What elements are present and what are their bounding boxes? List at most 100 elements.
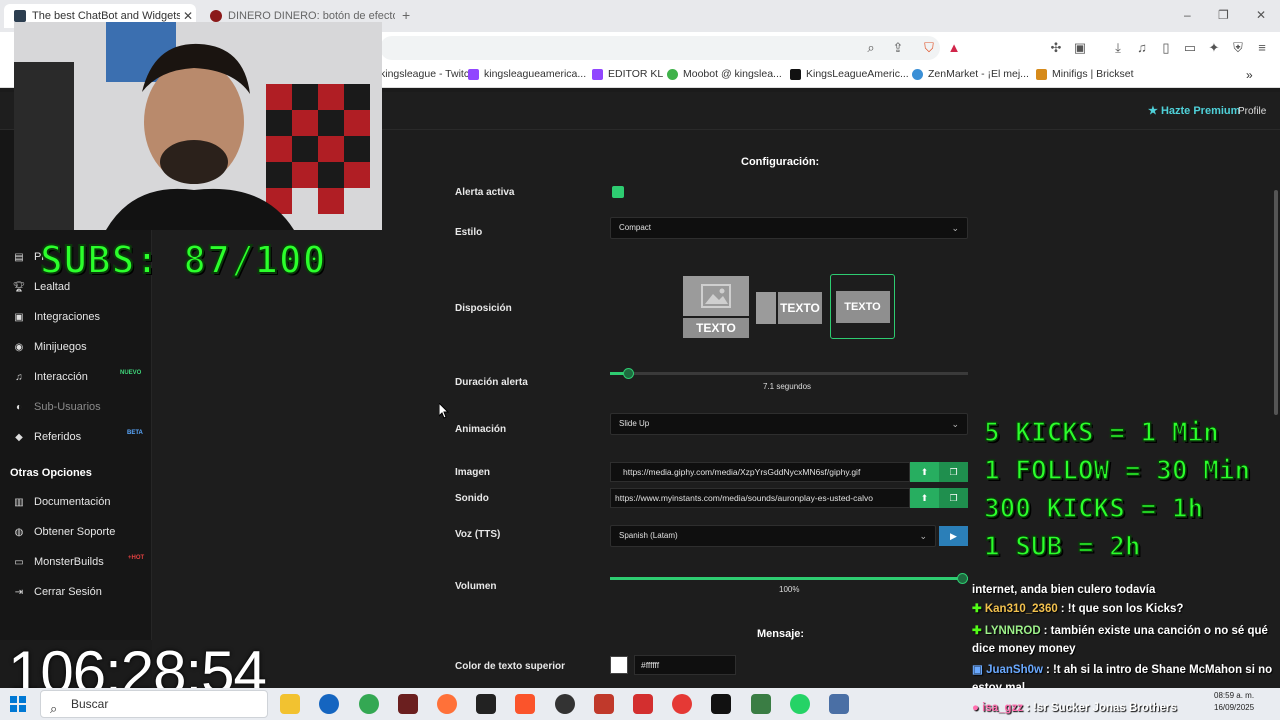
chat-message: internet, anda bien culero todavía	[972, 581, 1155, 600]
wallet-icon[interactable]: ▭	[1182, 40, 1198, 56]
scrollbar-thumb[interactable]	[1274, 190, 1278, 415]
bookmark-label: EDITOR KL	[608, 68, 664, 80]
premium-link[interactable]: ★ Hazte Premium	[1148, 104, 1240, 117]
volume-slider-handle[interactable]	[957, 573, 968, 584]
sidebar-toggle-icon[interactable]: ▯	[1158, 40, 1174, 56]
layout-option-stacked[interactable]: TEXTO	[683, 276, 749, 338]
tiktok-icon[interactable]	[711, 694, 731, 714]
close-window-button[interactable]: ✕	[1256, 8, 1266, 22]
gallery-sound-button[interactable]: ❐	[939, 488, 968, 508]
kick-badge-icon: ✚	[972, 603, 985, 615]
style-select[interactable]: Compact ⌄	[610, 217, 968, 239]
bookmark-item[interactable]: Minifigs | Brickset	[1036, 68, 1134, 80]
star-icon: ★	[1148, 105, 1158, 117]
sidebar-item-label: Cerrar Sesión	[34, 586, 102, 598]
reader-icon[interactable]: ▣	[1072, 40, 1088, 56]
volume-slider[interactable]	[610, 573, 968, 584]
streamdeck-icon[interactable]	[633, 694, 653, 714]
sidebar-item-integraciones[interactable]: ▣ Integraciones	[12, 311, 100, 323]
bookmark-item[interactable]: EDITOR KL	[592, 68, 663, 80]
more-bookmarks-icon[interactable]: »	[1246, 68, 1253, 82]
bookmark-label: Minifigs | Brickset	[1052, 68, 1134, 80]
maps-icon[interactable]	[672, 694, 692, 714]
sidebar-item-lealtad[interactable]: 🏆︎ Lealtad	[12, 281, 70, 293]
upload-image-button[interactable]: ⬆	[910, 462, 939, 482]
calculator-icon[interactable]	[829, 694, 849, 714]
media-icon[interactable]: ♫	[1134, 40, 1150, 56]
chevron-down-icon: ⌄	[951, 419, 959, 429]
sidebar-item-referidos[interactable]: ◆ Referidos	[12, 431, 81, 443]
layout-option-side[interactable]: TEXTO	[756, 292, 822, 324]
voicemeeter-icon[interactable]	[594, 694, 614, 714]
animation-select[interactable]: Slide Up ⌄	[610, 413, 968, 435]
layout-text: TEXTO	[835, 290, 890, 323]
brave-icon[interactable]	[515, 694, 535, 714]
zoom-icon[interactable]: ⌕	[863, 40, 879, 56]
leo-icon[interactable]: ✦	[1206, 40, 1222, 56]
top-text-color-input[interactable]: #ffffff	[634, 655, 736, 675]
voice-select[interactable]: Spanish (Latam) ⌄	[610, 525, 936, 547]
menu-icon[interactable]: ≡	[1254, 40, 1270, 56]
sidebar-item-cerrar-sesion[interactable]: ⇥ Cerrar Sesión	[12, 586, 102, 598]
bookmark-label: Moobot @ kingslea...	[683, 68, 782, 80]
play-tts-button[interactable]: ▶	[939, 526, 968, 546]
game-icon[interactable]	[398, 694, 418, 714]
sidebar-item-monsterbuilds[interactable]: ▭ MonsterBuilds	[12, 556, 103, 568]
capcut-icon[interactable]	[476, 694, 496, 714]
sidebar-item-label: Obtener Soporte	[34, 526, 116, 538]
bookmark-item[interactable]: kingsleagueamerica...	[468, 68, 586, 80]
bookmark-item[interactable]: ZenMarket - ¡El mej...	[912, 68, 1029, 80]
new-tab-button[interactable]: +	[402, 7, 410, 23]
taskbar-clock[interactable]: 08:59 a. m. 16/09/2025	[1214, 690, 1254, 714]
sidebar-item-soporte[interactable]: ◍ Obtener Soporte	[12, 526, 116, 538]
close-tab-icon[interactable]: ✕	[180, 9, 196, 23]
gallery-image-button[interactable]: ❐	[939, 462, 968, 482]
sidebar-item-interaccion[interactable]: ♫ Interacción	[12, 371, 88, 383]
taskbar-search-placeholder: Buscar	[71, 697, 109, 711]
chevron-down-icon: ⌄	[951, 223, 959, 233]
sound-url-input[interactable]: https://www.myinstants.com/media/sounds/…	[610, 488, 910, 508]
bookmark-item[interactable]: Moobot @ kingslea...	[667, 68, 782, 80]
top-text-color-swatch[interactable]	[610, 656, 628, 674]
bookmark-item[interactable]: kingsleague - Twitch	[380, 68, 475, 80]
obs-icon[interactable]	[555, 694, 575, 714]
duration-slider[interactable]	[610, 368, 968, 379]
tab-title: DINERO DINERO: botón de efectos d	[228, 10, 395, 22]
brave-rewards-icon[interactable]: ▲	[946, 40, 962, 56]
duration-slider-handle[interactable]	[622, 368, 634, 379]
premium-label: Hazte Premium	[1160, 105, 1241, 117]
upload-sound-button[interactable]: ⬆	[910, 488, 939, 508]
restore-button[interactable]: ❐	[1218, 8, 1229, 22]
sidebar-item-documentacion[interactable]: ▥ Documentación	[12, 496, 110, 508]
download-icon[interactable]: ⤓	[1110, 40, 1126, 56]
bookmark-item[interactable]: KingsLeagueAmeric...	[790, 68, 909, 80]
nvidia-icon[interactable]	[751, 694, 771, 714]
file-explorer-icon[interactable]	[280, 694, 300, 714]
alert-active-checkbox[interactable]	[612, 186, 624, 198]
dinero-favicon-icon	[210, 10, 222, 22]
extensions-icon[interactable]: ✣	[1048, 40, 1064, 56]
sidebar-item-sub-usuarios[interactable]: ◐ Sub-Usuarios	[12, 401, 101, 413]
brave-shield-icon[interactable]: ⛉	[921, 40, 937, 56]
ccleaner-icon[interactable]	[319, 694, 339, 714]
taskbar-search[interactable]: ⌕ Buscar	[40, 690, 268, 718]
profile-link[interactable]: Profile	[1238, 106, 1266, 117]
style-label: Estilo	[455, 227, 483, 238]
whatsapp-icon[interactable]	[790, 694, 810, 714]
chrome-icon[interactable]	[359, 694, 379, 714]
firefox-icon[interactable]	[437, 694, 457, 714]
top-text-color-label: Color de texto superior	[455, 661, 566, 672]
twitch-icon	[468, 68, 479, 80]
animation-value: Slide Up	[619, 419, 650, 428]
windows-start-icon[interactable]	[10, 696, 26, 712]
new-badge: NUEVO	[120, 370, 142, 376]
url-input[interactable]	[380, 36, 940, 60]
vpn-icon[interactable]: ⛨	[1230, 40, 1246, 56]
image-url-input[interactable]: https://media.giphy.com/media/XzpYrsGddN…	[610, 462, 910, 482]
image-placeholder-icon	[756, 292, 776, 324]
layout-option-compact-selected[interactable]: TEXTO	[830, 274, 895, 339]
minimize-button[interactable]: –	[1184, 8, 1191, 22]
chat-message: ✚ Kan310_2360: !t que son los Kicks?	[972, 600, 1183, 619]
sidebar-item-minijuegos[interactable]: ◉ Minijuegos	[12, 341, 87, 353]
share-icon[interactable]: ⇪	[890, 40, 906, 56]
